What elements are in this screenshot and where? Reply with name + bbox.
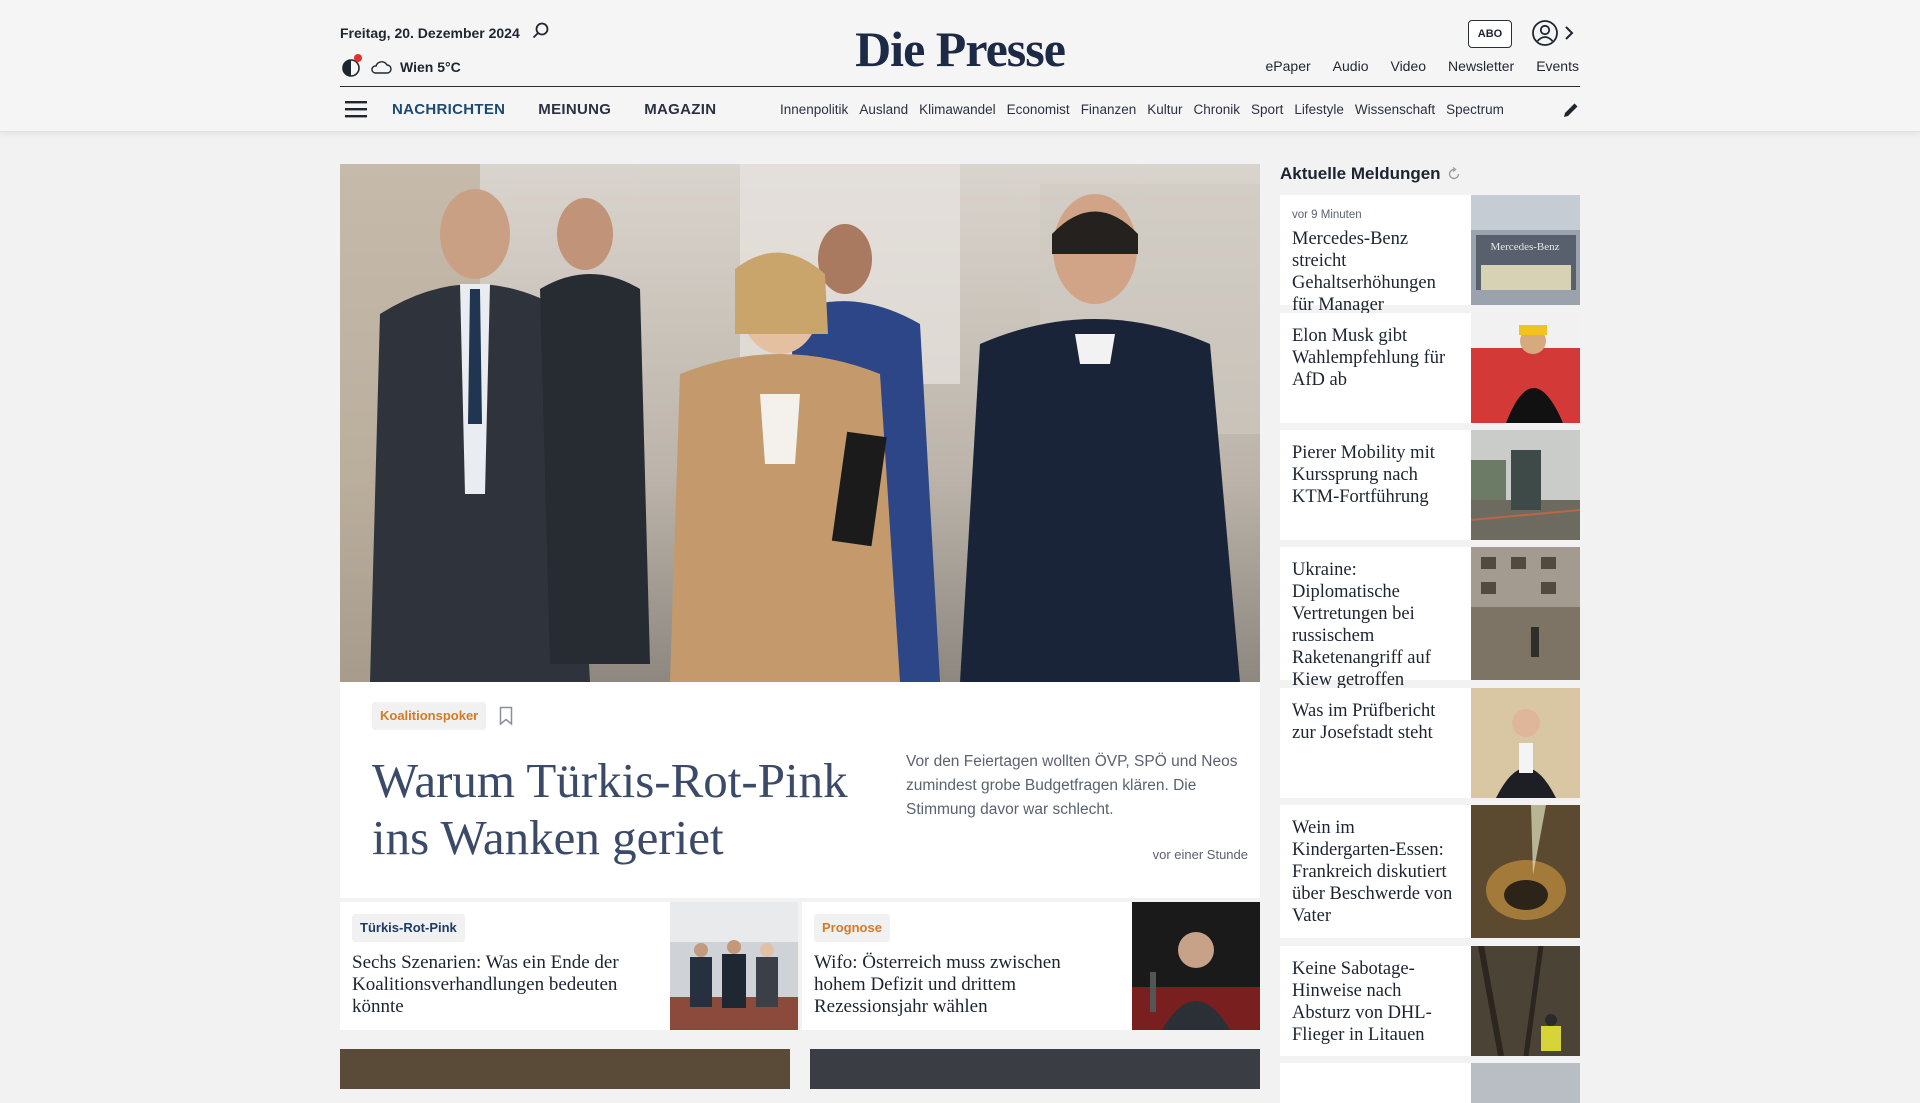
hero-image[interactable] [340, 164, 1260, 682]
news-title[interactable]: Mercedes-Benz streicht Gehaltserhöhungen… [1292, 228, 1462, 316]
pencil-icon[interactable] [1562, 101, 1580, 119]
news-title[interactable]: Pierer Mobility mit Kurssprung nach KTM-… [1292, 442, 1462, 508]
link-audio[interactable]: Audio [1333, 58, 1369, 74]
news-thumbnail[interactable] [1471, 1063, 1580, 1103]
secondary-article-2[interactable]: Prognose Wifo: Österreich muss zwischen … [802, 902, 1260, 1030]
hero-teaser: Vor den Feiertagen wollten ÖVP, SPÖ und … [906, 753, 1238, 818]
sidebar-heading: Aktuelle Meldungen [1280, 164, 1461, 184]
article-thumbnail[interactable] [1132, 902, 1260, 1030]
hero-article[interactable]: Koalitionspoker Warum Türkis-Rot-Pink in… [340, 682, 1260, 898]
news-title[interactable]: Ukraine: Diplomatische Vertretungen bei … [1292, 559, 1462, 691]
article-title[interactable]: Wifo: Österreich muss zwischen hohem Def… [814, 952, 1114, 1018]
nav-magazin[interactable]: MAGAZIN [644, 101, 716, 118]
link-events[interactable]: Events [1536, 58, 1579, 74]
top-links: ePaper Audio Video Newsletter Events [1266, 58, 1579, 74]
header-divider [340, 86, 1580, 87]
subnav-ausland[interactable]: Ausland [859, 102, 908, 117]
link-video[interactable]: Video [1390, 58, 1426, 74]
hero-tag[interactable]: Koalitionspoker [372, 702, 487, 730]
article-tag[interactable]: Türkis-Rot-Pink [352, 914, 465, 942]
subnav-innenpolitik[interactable]: Innenpolitik [780, 102, 848, 117]
news-item[interactable]: Keine Sabotage-Hinweise nach Absturz von… [1280, 946, 1580, 1056]
abo-button[interactable]: ABO [1468, 20, 1512, 48]
subnav-finanzen[interactable]: Finanzen [1081, 102, 1137, 117]
news-time: vor 9 Minuten [1292, 209, 1362, 221]
news-item[interactable]: Elon Musk gibt Wahlempfehlung für AfD ab [1280, 313, 1580, 423]
subnav-wissenschaft[interactable]: Wissenschaft [1355, 102, 1435, 117]
site-logo[interactable]: Die Presse [0, 20, 1920, 78]
account-icon[interactable] [1531, 19, 1559, 47]
subnav-kultur[interactable]: Kultur [1147, 102, 1182, 117]
news-thumbnail[interactable]: Mercedes-Benz [1471, 195, 1580, 305]
sub-nav: Innenpolitik Ausland Klimawandel Economist F… [780, 102, 1540, 117]
news-thumbnail[interactable] [1471, 946, 1580, 1056]
news-title[interactable]: Elon Musk gibt Wahlempfehlung für AfD ab [1292, 325, 1462, 391]
subnav-klimawandel[interactable]: Klimawandel [919, 102, 996, 117]
thumb-text: Mercedes-Benz [1490, 241, 1559, 253]
news-item[interactable]: Ukraine: Diplomatische Vertretungen bei … [1280, 547, 1580, 690]
news-title[interactable]: Keine Sabotage-Hinweise nach Absturz von… [1292, 958, 1462, 1046]
link-epaper[interactable]: ePaper [1266, 58, 1311, 74]
bookmark-icon[interactable] [499, 706, 513, 726]
article-image-partial-2[interactable] [810, 1049, 1260, 1089]
article-tag[interactable]: Prognose [814, 914, 890, 942]
news-item[interactable]: vor 9 Minuten Mercedes-Benz streicht Geh… [1280, 195, 1580, 315]
news-item[interactable]: Pierer Mobility mit Kurssprung nach KTM-… [1280, 430, 1580, 540]
subnav-spectrum[interactable]: Spectrum [1446, 102, 1504, 117]
subnav-lifestyle[interactable]: Lifestyle [1294, 102, 1344, 117]
subnav-chronik[interactable]: Chronik [1194, 102, 1241, 117]
nav-meinung[interactable]: MEINUNG [538, 101, 611, 118]
news-thumbnail[interactable] [1471, 805, 1580, 938]
site-header: Freitag, 20. Dezember 2024 Wien 5°C Die … [0, 0, 1920, 132]
main-nav: NACHRICHTEN MEINUNG MAGAZIN [392, 101, 716, 118]
news-title[interactable]: Was im Prüfbericht zur Josefstadt steht [1292, 700, 1462, 744]
hamburger-menu-icon[interactable] [345, 99, 367, 119]
refresh-icon[interactable] [1447, 167, 1461, 181]
nav-nachrichten[interactable]: NACHRICHTEN [392, 101, 505, 118]
hero-timestamp: vor einer Stunde [1152, 847, 1248, 862]
hero-title[interactable]: Warum Türkis-Rot-Pink ins Wanken geriet [372, 752, 892, 866]
article-thumbnail[interactable] [670, 902, 798, 1030]
sidebar-title: Aktuelle Meldungen [1280, 164, 1441, 183]
news-thumbnail[interactable] [1471, 430, 1580, 540]
subnav-sport[interactable]: Sport [1251, 102, 1283, 117]
news-thumbnail[interactable] [1471, 547, 1580, 680]
secondary-article-1[interactable]: Türkis-Rot-Pink Sechs Szenarien: Was ein… [340, 902, 798, 1030]
news-item[interactable]: Was im Prüfbericht zur Josefstadt steht [1280, 688, 1580, 798]
article-title[interactable]: Sechs Szenarien: Was ein Ende der Koalit… [352, 952, 652, 1018]
news-thumbnail[interactable] [1471, 313, 1580, 423]
news-item-partial[interactable] [1280, 1063, 1580, 1103]
news-title[interactable]: Wein im Kindergarten-Essen: Frankreich d… [1292, 817, 1462, 927]
link-newsletter[interactable]: Newsletter [1448, 58, 1514, 74]
article-image-partial-1[interactable] [340, 1049, 790, 1089]
news-thumbnail[interactable] [1471, 688, 1580, 798]
chevron-right-icon[interactable] [1563, 24, 1575, 42]
subnav-economist[interactable]: Economist [1007, 102, 1070, 117]
news-item[interactable]: Wein im Kindergarten-Essen: Frankreich d… [1280, 805, 1580, 938]
